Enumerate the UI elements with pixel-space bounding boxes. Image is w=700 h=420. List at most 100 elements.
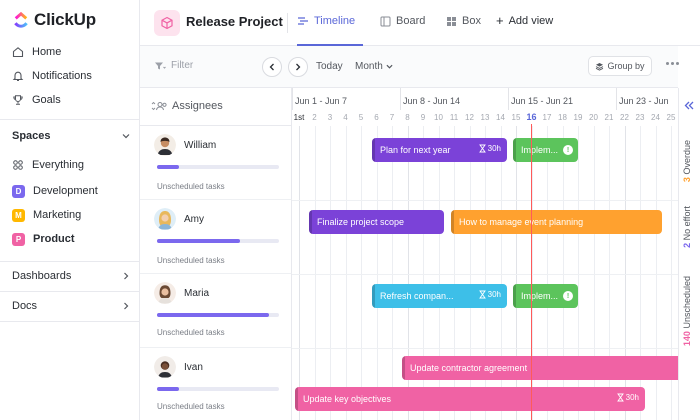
- nav-home[interactable]: Home: [12, 43, 61, 61]
- avatar: [154, 282, 176, 304]
- task-bar[interactable]: Implem... !: [513, 138, 578, 162]
- space-everything[interactable]: Everything: [12, 156, 84, 174]
- app-logo[interactable]: ClickUp: [12, 10, 96, 30]
- chevron-right-icon: [296, 63, 301, 71]
- task-label: How to manage event planning: [459, 217, 584, 227]
- prev-button[interactable]: [262, 57, 282, 77]
- project-icon: [154, 10, 180, 36]
- nav-goals[interactable]: Goals: [12, 91, 61, 109]
- info-icon[interactable]: !: [563, 291, 573, 301]
- hourglass-icon: [616, 393, 624, 402]
- more-options-icon[interactable]: [666, 62, 679, 65]
- spaces-header[interactable]: Spaces: [12, 130, 130, 142]
- overdue-filter[interactable]: 3 Overdue: [682, 140, 692, 182]
- time-estimate: 30h: [616, 393, 639, 402]
- drag-handle[interactable]: [402, 356, 405, 380]
- next-button[interactable]: [288, 57, 308, 77]
- chevron-down-icon[interactable]: [122, 132, 130, 140]
- day-label: 6: [374, 113, 379, 122]
- unscheduled-filter[interactable]: 140 Unscheduled: [682, 276, 692, 346]
- tab-board[interactable]: Board: [380, 15, 425, 27]
- task-label: Plan for next year: [380, 145, 451, 155]
- day-label: 3: [327, 113, 333, 122]
- space-marketing[interactable]: M Marketing: [12, 206, 81, 224]
- nav-notifications[interactable]: Notifications: [12, 67, 92, 85]
- week-separator: [508, 88, 509, 110]
- tab-box[interactable]: Box: [446, 15, 481, 27]
- unscheduled-label: Unscheduled: [682, 276, 692, 329]
- avatar: [154, 356, 176, 378]
- plus-icon: +: [496, 13, 504, 28]
- tab-timeline[interactable]: Timeline: [297, 15, 355, 27]
- dashboards-item[interactable]: Dashboards: [12, 270, 130, 282]
- day-label: 20: [589, 113, 598, 122]
- collapse-rail-button[interactable]: [678, 88, 700, 122]
- day-label: 7: [389, 113, 395, 122]
- bell-icon: [12, 70, 24, 82]
- task-label: Implem...: [521, 291, 559, 301]
- unscheduled-tasks-link[interactable]: Unscheduled tasks: [157, 402, 225, 411]
- overdue-label: Overdue: [682, 140, 692, 175]
- drag-handle[interactable]: [451, 210, 454, 234]
- day-gridline: [330, 126, 331, 420]
- task-bar[interactable]: Plan for next year 30h: [372, 138, 507, 162]
- add-view-label: Add view: [508, 15, 554, 27]
- drag-handle[interactable]: [372, 284, 375, 308]
- chevron-right-icon: [124, 272, 129, 280]
- time-estimate: 30h: [478, 144, 501, 153]
- today-button[interactable]: Today: [316, 61, 343, 72]
- task-bar[interactable]: How to manage event planning: [451, 210, 662, 234]
- space-badge: M: [12, 208, 25, 222]
- chevron-down-icon: [386, 64, 393, 69]
- task-label: Update key objectives: [303, 394, 392, 404]
- drag-handle[interactable]: [309, 210, 312, 234]
- day-label: 17: [542, 113, 552, 122]
- estimate-value: 30h: [487, 144, 501, 153]
- drag-handle[interactable]: [295, 387, 298, 411]
- day-gridline: [345, 126, 347, 420]
- day-gridline: [299, 126, 300, 420]
- task-bar[interactable]: Implem... !: [513, 284, 578, 308]
- assignee-row: Amy Unscheduled tasks: [140, 200, 292, 274]
- space-development[interactable]: D Development: [12, 182, 98, 200]
- task-bar[interactable]: Update contractor agreement: [402, 356, 678, 380]
- clickup-logo-icon: [14, 11, 28, 28]
- drag-handle[interactable]: [513, 284, 516, 308]
- unscheduled-tasks-link[interactable]: Unscheduled tasks: [157, 328, 225, 337]
- unscheduled-tasks-link[interactable]: Unscheduled tasks: [157, 256, 225, 265]
- unscheduled-tasks-link[interactable]: Unscheduled tasks: [157, 182, 225, 191]
- workload-fill: [157, 313, 270, 317]
- task-bar[interactable]: Refresh compan... 30h: [372, 284, 507, 308]
- chevron-left-icon: [269, 63, 274, 71]
- day-label: 9: [420, 113, 426, 122]
- space-everything-label: Everything: [32, 159, 84, 171]
- week-label: Jun 8 - Jun 14: [403, 96, 461, 106]
- group-by-button[interactable]: Group by: [588, 56, 652, 76]
- sidebar-divider: [0, 321, 139, 322]
- timeline-icon: [298, 17, 308, 25]
- space-product[interactable]: P Product: [12, 230, 75, 248]
- day-label: 19: [573, 113, 583, 122]
- board-icon: [380, 16, 391, 26]
- scale-dropdown[interactable]: Month: [355, 61, 393, 72]
- info-icon[interactable]: !: [563, 145, 573, 155]
- task-bar[interactable]: Update key objectives 30h: [295, 387, 645, 411]
- assignees-sort-icon[interactable]: [150, 101, 168, 111]
- hourglass-icon: [478, 144, 486, 153]
- drag-handle[interactable]: [513, 138, 516, 162]
- summary-rail: [678, 88, 700, 420]
- app-window: ClickUp Home Notifications Goals Spaces: [0, 0, 700, 420]
- timeline-grid: Jun 1 - Jun 7 Jun 8 - Jun 14 Jun 15 - Ju…: [292, 88, 678, 420]
- docs-item[interactable]: Docs: [12, 300, 130, 312]
- assignee-row: Ivan Unscheduled tasks: [140, 348, 292, 420]
- no-effort-filter[interactable]: 2 No effort: [682, 206, 692, 248]
- week-separator: [616, 88, 617, 110]
- day-label: 24: [651, 113, 660, 122]
- app-name: ClickUp: [34, 10, 96, 29]
- task-bar[interactable]: Finalize project scope: [309, 210, 444, 234]
- task-label: Finalize project scope: [317, 217, 405, 227]
- cube-icon: [161, 16, 173, 30]
- add-view-button[interactable]: + Add view: [496, 13, 554, 28]
- filter-input[interactable]: Filter: [154, 60, 193, 71]
- drag-handle[interactable]: [372, 138, 375, 162]
